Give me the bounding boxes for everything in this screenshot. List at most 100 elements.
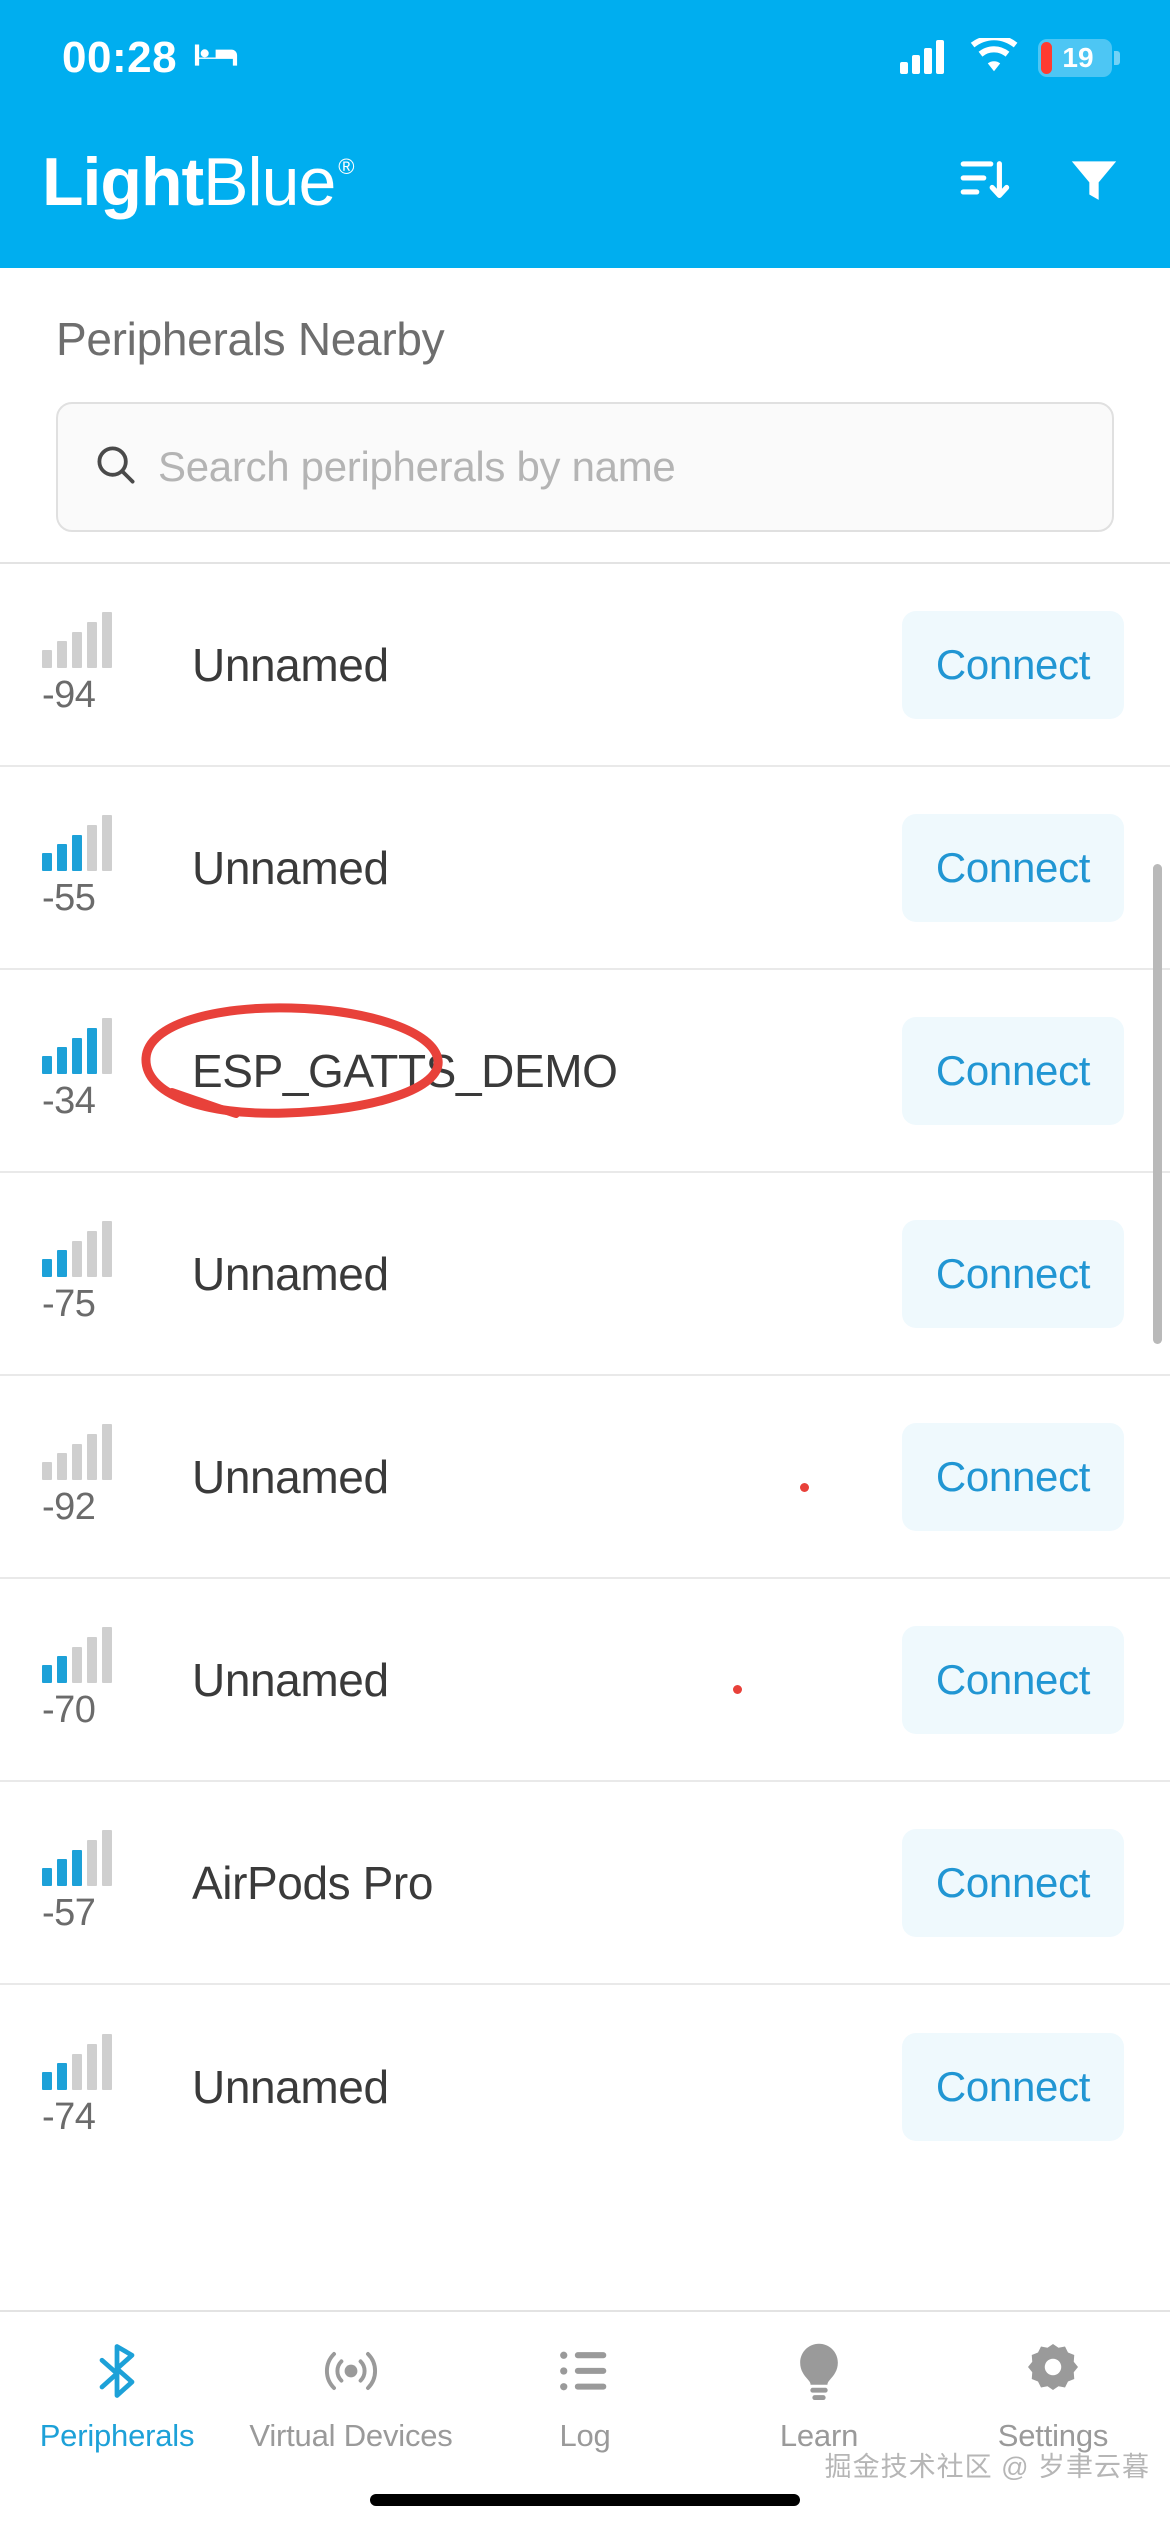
signal-block: -34: [42, 1018, 150, 1123]
signal-bar: [72, 1647, 82, 1683]
connect-button[interactable]: Connect: [902, 1219, 1124, 1328]
signal-strength-icon: [42, 1627, 112, 1683]
signal-bar: [87, 1434, 97, 1480]
rssi-value: -74: [42, 2096, 96, 2138]
rssi-value: -55: [42, 877, 96, 919]
broadcast-icon: [319, 2338, 383, 2404]
connect-button[interactable]: Connect: [902, 2032, 1124, 2141]
signal-block: -70: [42, 1627, 150, 1732]
peripheral-row[interactable]: -74 Unnamed Connect: [0, 1985, 1170, 2188]
content-header: Peripherals Nearby: [0, 268, 1170, 366]
signal-block: -75: [42, 1221, 150, 1326]
signal-bar: [102, 1830, 112, 1886]
tab-label: Log: [559, 2418, 611, 2453]
tab-label: Virtual Devices: [249, 2418, 453, 2453]
battery-percent: 19: [1062, 42, 1094, 73]
signal-strength-icon: [42, 1830, 112, 1886]
peripheral-row[interactable]: -55 Unnamed Connect: [0, 767, 1170, 970]
signal-bar: [102, 612, 112, 668]
signal-bar: [72, 1038, 82, 1074]
search-section: Search peripherals by name: [0, 366, 1170, 562]
signal-bar: [72, 835, 82, 871]
signal-bar: [42, 1868, 52, 1886]
signal-strength-icon: [42, 1018, 112, 1074]
rssi-value: -75: [42, 1283, 96, 1325]
peripheral-row[interactable]: -94 Unnamed Connect: [0, 564, 1170, 767]
signal-bar: [102, 815, 112, 871]
peripheral-row[interactable]: -34 ESP_GATTS_DEMO Connect: [0, 970, 1170, 1173]
logo-text-light: Light: [42, 144, 204, 220]
connect-button[interactable]: Connect: [902, 1422, 1124, 1531]
sort-descending-icon[interactable]: [956, 152, 1012, 213]
tab-virtual-devices[interactable]: Virtual Devices: [234, 2338, 468, 2454]
signal-bar: [57, 1453, 67, 1480]
signal-bar: [102, 1627, 112, 1683]
connect-button[interactable]: Connect: [902, 1625, 1124, 1734]
signal-strength-icon: [42, 612, 112, 668]
peripheral-name: Unnamed: [192, 2060, 389, 2113]
battery-fill: [1041, 42, 1052, 74]
signal-bar: [57, 1250, 67, 1277]
signal-bar: [87, 622, 97, 668]
filter-funnel-icon[interactable]: [1066, 152, 1122, 213]
battery-indicator: 19: [1038, 39, 1120, 77]
peripheral-row[interactable]: -70 Unnamed Connect: [0, 1579, 1170, 1782]
search-input[interactable]: Search peripherals by name: [56, 402, 1114, 532]
lightbulb-icon: [791, 2338, 847, 2404]
signal-bar: [57, 641, 67, 668]
tab-learn[interactable]: Learn: [702, 2338, 936, 2454]
app-bar: Light Blue ®: [0, 96, 1170, 268]
rssi-value: -92: [42, 1486, 96, 1528]
signal-bar: [102, 1018, 112, 1074]
home-indicator: [370, 2494, 800, 2506]
status-bar-left: 00:28: [62, 36, 239, 80]
signal-bar: [102, 2034, 112, 2090]
tab-label: Peripherals: [39, 2418, 195, 2453]
signal-bar: [72, 2054, 82, 2090]
peripheral-row[interactable]: -57 AirPods Pro Connect: [0, 1782, 1170, 1985]
connect-button[interactable]: Connect: [902, 610, 1124, 719]
tab-peripherals[interactable]: Peripherals: [0, 2338, 234, 2454]
peripheral-list[interactable]: -94 Unnamed Connect -55 Unnamed Connect -34 ESP…: [0, 562, 1170, 2188]
peripheral-row[interactable]: -75 Unnamed Connect: [0, 1173, 1170, 1376]
signal-block: -92: [42, 1424, 150, 1529]
peripheral-name: Unnamed: [192, 1247, 389, 1300]
signal-bar: [57, 1656, 67, 1683]
peripheral-name: ESP_GATTS_DEMO: [192, 1044, 618, 1097]
app-bar-actions: [956, 152, 1122, 213]
scrollbar-thumb[interactable]: [1153, 864, 1162, 1344]
status-bar: 00:28 19: [0, 0, 1170, 96]
signal-strength-icon: [42, 2034, 112, 2090]
signal-bar: [42, 1056, 52, 1074]
peripheral-name: Unnamed: [192, 841, 389, 894]
signal-bar: [72, 1241, 82, 1277]
tab-settings[interactable]: Settings: [936, 2338, 1170, 2454]
annotation-dot: [800, 1483, 809, 1492]
peripheral-name: Unnamed: [192, 638, 389, 691]
bed-icon: [193, 40, 239, 77]
signal-bar: [102, 1424, 112, 1480]
connect-button[interactable]: Connect: [902, 813, 1124, 922]
connect-button[interactable]: Connect: [902, 1828, 1124, 1937]
gear-icon: [1023, 2338, 1083, 2404]
signal-bar: [42, 2072, 52, 2090]
signal-bar: [42, 650, 52, 668]
signal-bar: [57, 844, 67, 871]
signal-bar: [57, 1859, 67, 1886]
connect-button[interactable]: Connect: [902, 1016, 1124, 1125]
signal-block: -57: [42, 1830, 150, 1935]
signal-bar: [87, 825, 97, 871]
annotation-dot: [733, 1685, 742, 1694]
logo-text-blue: Blue: [203, 144, 336, 220]
logo-trademark: ®: [338, 154, 355, 179]
search-placeholder: Search peripherals by name: [158, 443, 676, 490]
cellular-signal-icon: [900, 38, 950, 79]
peripheral-row[interactable]: -92 Unnamed Connect: [0, 1376, 1170, 1579]
page-title: Peripherals Nearby: [56, 313, 445, 365]
signal-bar: [57, 1047, 67, 1074]
peripheral-name: AirPods Pro: [192, 1856, 434, 1909]
signal-bar: [87, 1637, 97, 1683]
tab-log[interactable]: Log: [468, 2338, 702, 2454]
signal-bar: [72, 1850, 82, 1886]
signal-block: -74: [42, 2034, 150, 2139]
